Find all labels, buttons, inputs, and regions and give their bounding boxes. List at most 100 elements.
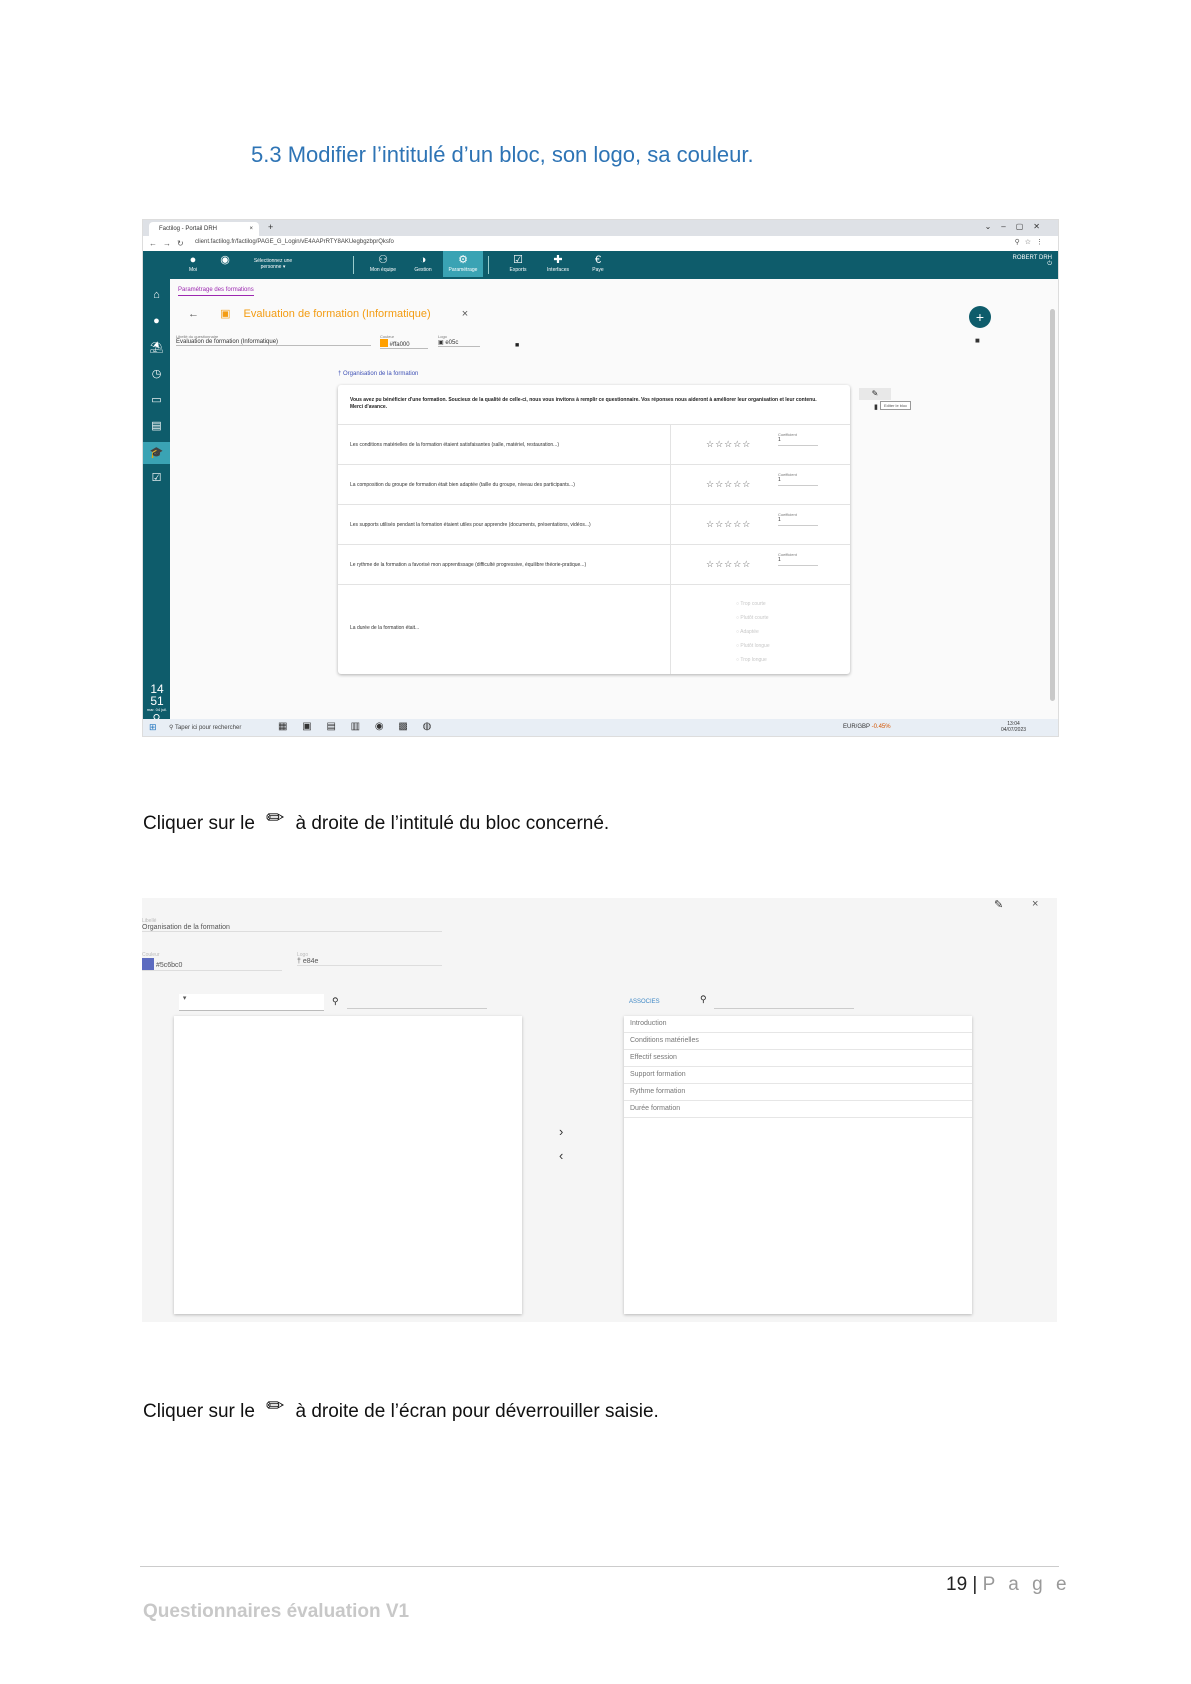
app-screenshot: Factilog - Portail DRH × + ⌄–▢✕ ←→↻ clie… — [142, 219, 1059, 737]
search-input-left[interactable] — [347, 1008, 487, 1009]
list-item[interactable]: Introduction — [624, 1016, 972, 1033]
radio-label: Adaptée — [740, 629, 759, 635]
taskbar-apps[interactable]: ▦ ▣ ▤ ▥ ◉ ▩ ◍ — [278, 721, 437, 732]
taskbar-search[interactable]: ⚲ Taper ici pour rechercher — [169, 724, 241, 731]
move-left-icon[interactable]: ‹ — [559, 1144, 563, 1168]
radio-option[interactable]: ○ Plutôt courte — [736, 611, 770, 625]
tab-close-icon[interactable]: × — [249, 222, 253, 236]
block-title: Organisation de la formation — [343, 371, 419, 377]
libelle-field[interactable]: Libellé Organisation de la formation — [142, 918, 442, 932]
radio-label: Trop longue — [740, 657, 767, 663]
edit-block-button[interactable]: ✎ — [859, 388, 891, 400]
person-icon[interactable]: ● — [143, 315, 170, 327]
nav-interfaces[interactable]: ✚ Interfaces — [538, 253, 578, 273]
list-item[interactable]: Durée formation — [624, 1101, 972, 1118]
couleur-field[interactable]: Couleur #5c6bc0 — [142, 952, 282, 971]
taskbar-date: 04/07/2023 — [1001, 727, 1027, 733]
star-rating[interactable]: ☆☆☆☆☆ — [706, 519, 751, 530]
save-icon[interactable]: ■ — [515, 342, 519, 349]
taskbar-clock[interactable]: 13:04 04/07/2023 — [1001, 721, 1026, 733]
libelle-field[interactable]: Libellé du questionnaire Evaluation de f… — [176, 334, 371, 346]
nav-gestion[interactable]: ◑ Gestion — [403, 253, 443, 273]
move-right-icon[interactable]: › — [559, 1120, 563, 1144]
radio-option[interactable]: ○ Trop courte — [736, 597, 770, 611]
logo-field[interactable]: Logo † e84e — [297, 952, 442, 966]
couleur-value[interactable]: #ffa000 — [390, 342, 410, 348]
home-icon[interactable]: ⌂ — [143, 289, 170, 301]
card-icon[interactable]: ▭ — [143, 393, 170, 406]
url-text[interactable]: client.factilog.fr/factilog/PAGE_G_Login… — [195, 239, 394, 245]
radio-option[interactable]: ○ Adaptée — [736, 625, 770, 639]
question-row: La composition du groupe de formation ét… — [338, 464, 850, 505]
list-item[interactable]: Rythme formation — [624, 1084, 972, 1101]
color-swatch[interactable] — [142, 958, 154, 970]
pencil-icon[interactable]: ✎ — [994, 898, 1003, 911]
pencil-icon: ✏ — [266, 1393, 285, 1418]
browser-toolbar-icons[interactable]: ⚲☆⋮ — [1015, 238, 1048, 246]
coef-value[interactable]: 1 — [778, 437, 818, 446]
radio-group[interactable]: ○ Trop courte ○ Plutôt courte ○ Adaptée … — [736, 597, 770, 667]
checklist-icon[interactable]: ☑ — [143, 471, 170, 484]
radio-option[interactable]: ○ Plutôt longue — [736, 639, 770, 653]
star-rating[interactable]: ☆☆☆☆☆ — [706, 479, 751, 490]
pencil-icon: ✏ — [266, 805, 285, 830]
close-icon[interactable]: × — [462, 308, 468, 320]
breadcrumb[interactable]: Paramétrage des formations — [178, 287, 254, 296]
window-controls[interactable]: ⌄–▢✕ — [985, 222, 1050, 231]
coef-value[interactable]: 1 — [778, 557, 818, 566]
logo-value[interactable]: e05c — [445, 340, 458, 346]
couleur-field[interactable]: Couleur #ffa000 — [380, 334, 428, 349]
trash-icon[interactable]: ▮ — [874, 403, 878, 411]
new-tab-icon[interactable]: + — [268, 222, 273, 232]
page-label: P a g e — [982, 1574, 1071, 1595]
search-icon[interactable]: ⚲ — [332, 996, 339, 1007]
chat-icon[interactable]: ▤ — [143, 419, 170, 432]
star-rating[interactable]: ☆☆☆☆☆ — [706, 559, 751, 570]
beach-icon[interactable]: ⛱ — [143, 341, 170, 354]
browser-tab[interactable]: Factilog - Portail DRH × — [149, 222, 259, 236]
list-item[interactable]: Support formation — [624, 1067, 972, 1084]
search-icon[interactable]: ⚲ — [700, 994, 707, 1005]
available-list-panel[interactable] — [174, 1016, 522, 1314]
person-icon-btn[interactable]: ◉ — [205, 253, 245, 267]
clock-icon[interactable]: ◷ — [143, 367, 170, 380]
coefficient-field[interactable]: Coefficient 1 — [778, 552, 818, 566]
export-icon: ☑ — [513, 254, 523, 266]
logo-field[interactable]: Logo ▣ e05c — [438, 334, 480, 347]
add-button[interactable]: + — [969, 306, 991, 328]
address-bar[interactable]: ←→↻ client.factilog.fr/factilog/PAGE_G_L… — [143, 236, 1058, 252]
question-row: Les conditions matérielles de la formati… — [338, 424, 850, 465]
nav-arrows-icon[interactable]: ←→↻ — [149, 239, 190, 248]
search-input-right[interactable] — [714, 1008, 854, 1009]
radio-option[interactable]: ○ Trop longue — [736, 653, 770, 667]
list-item[interactable]: Effectif session — [624, 1050, 972, 1067]
back-arrow-icon[interactable]: ← — [188, 308, 199, 320]
category-select[interactable]: ▾ — [179, 994, 324, 1011]
couleur-value[interactable]: #5c6bc0 — [156, 962, 182, 969]
nav-mon-equipe[interactable]: ⚇ Mon équipe — [363, 253, 403, 273]
star-rating[interactable]: ☆☆☆☆☆ — [706, 439, 751, 450]
coef-value[interactable]: 1 — [778, 517, 818, 526]
coefficient-field[interactable]: Coefficient 1 — [778, 432, 818, 446]
coefficient-field[interactable]: Coefficient 1 — [778, 512, 818, 526]
power-icon[interactable]: ⏻ — [1047, 261, 1052, 267]
color-swatch[interactable] — [380, 339, 388, 347]
nav-paye[interactable]: € Paye — [578, 253, 618, 273]
libelle-value[interactable]: Organisation de la formation — [142, 924, 442, 932]
list-item[interactable]: Conditions matérielles — [624, 1033, 972, 1050]
nav-label: Mon équipe — [369, 267, 397, 273]
libelle-value[interactable]: Evaluation de formation (Informatique) — [176, 339, 371, 346]
user-menu[interactable]: ROBERT DRH ⏻ — [1013, 255, 1052, 268]
close-icon[interactable]: × — [1032, 898, 1038, 910]
coef-value[interactable]: 1 — [778, 477, 818, 486]
nav-exports[interactable]: ☑ Exports — [498, 253, 538, 273]
nav-parametrage[interactable]: ⚙ Paramétrage — [443, 251, 483, 277]
scrollbar[interactable] — [1050, 309, 1055, 701]
logo-value[interactable]: e84e — [303, 958, 319, 965]
person-selector[interactable]: Sélectionnez une personne ▾ — [243, 258, 303, 270]
windows-start-icon[interactable]: ⊞ — [149, 722, 157, 733]
school-icon[interactable]: 🎓 — [143, 442, 170, 464]
coefficient-field[interactable]: Coefficient 1 — [778, 472, 818, 486]
ticker[interactable]: EUR/GBP -0.45% — [843, 724, 891, 730]
save-icon[interactable]: ■ — [975, 336, 980, 345]
